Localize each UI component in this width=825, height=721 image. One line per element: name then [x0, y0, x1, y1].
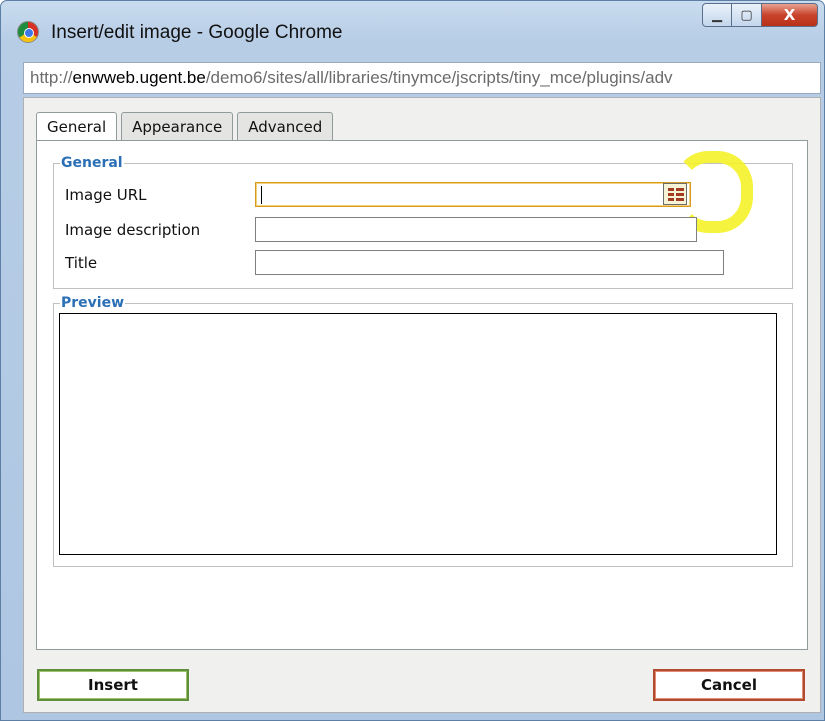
insert-button[interactable]: Insert — [37, 669, 189, 701]
browser-popup-window: Insert/edit image - Google Chrome ▁ ▢ X … — [0, 0, 825, 721]
tab-bar: General Appearance Advanced — [36, 112, 337, 142]
minimize-button[interactable]: ▁ — [702, 3, 732, 27]
window-title: Insert/edit image - Google Chrome — [51, 22, 343, 43]
cancel-button[interactable]: Cancel — [653, 669, 805, 701]
preview-legend: Preview — [61, 295, 125, 311]
tab-advanced[interactable]: Advanced — [237, 112, 334, 140]
tab-appearance[interactable]: Appearance — [121, 112, 234, 140]
url-prefix: http:// — [30, 68, 73, 87]
title-bar[interactable]: Insert/edit image - Google Chrome ▁ ▢ X — [1, 1, 825, 59]
url-path: /demo6/sites/all/libraries/tinymce/jscri… — [205, 68, 673, 87]
image-preview-area — [59, 313, 777, 555]
tab-general[interactable]: General — [36, 112, 118, 142]
image-url-input[interactable] — [255, 182, 691, 207]
general-legend: General — [61, 155, 123, 171]
title-label: Title — [65, 254, 98, 272]
image-url-label: Image URL — [65, 186, 147, 204]
maximize-button[interactable]: ▢ — [732, 3, 762, 27]
close-button[interactable]: X — [762, 3, 818, 27]
window-controls: ▁ ▢ X — [702, 3, 818, 29]
title-input[interactable] — [255, 250, 724, 275]
text-caret — [261, 186, 262, 204]
url-host: enwweb.ugent.be — [72, 68, 206, 87]
address-bar[interactable]: http://enwweb.ugent.be/demo6/sites/all/l… — [23, 62, 821, 94]
image-description-label: Image description — [65, 221, 201, 239]
chrome-logo-icon — [17, 21, 39, 43]
image-description-input[interactable] — [255, 217, 697, 242]
